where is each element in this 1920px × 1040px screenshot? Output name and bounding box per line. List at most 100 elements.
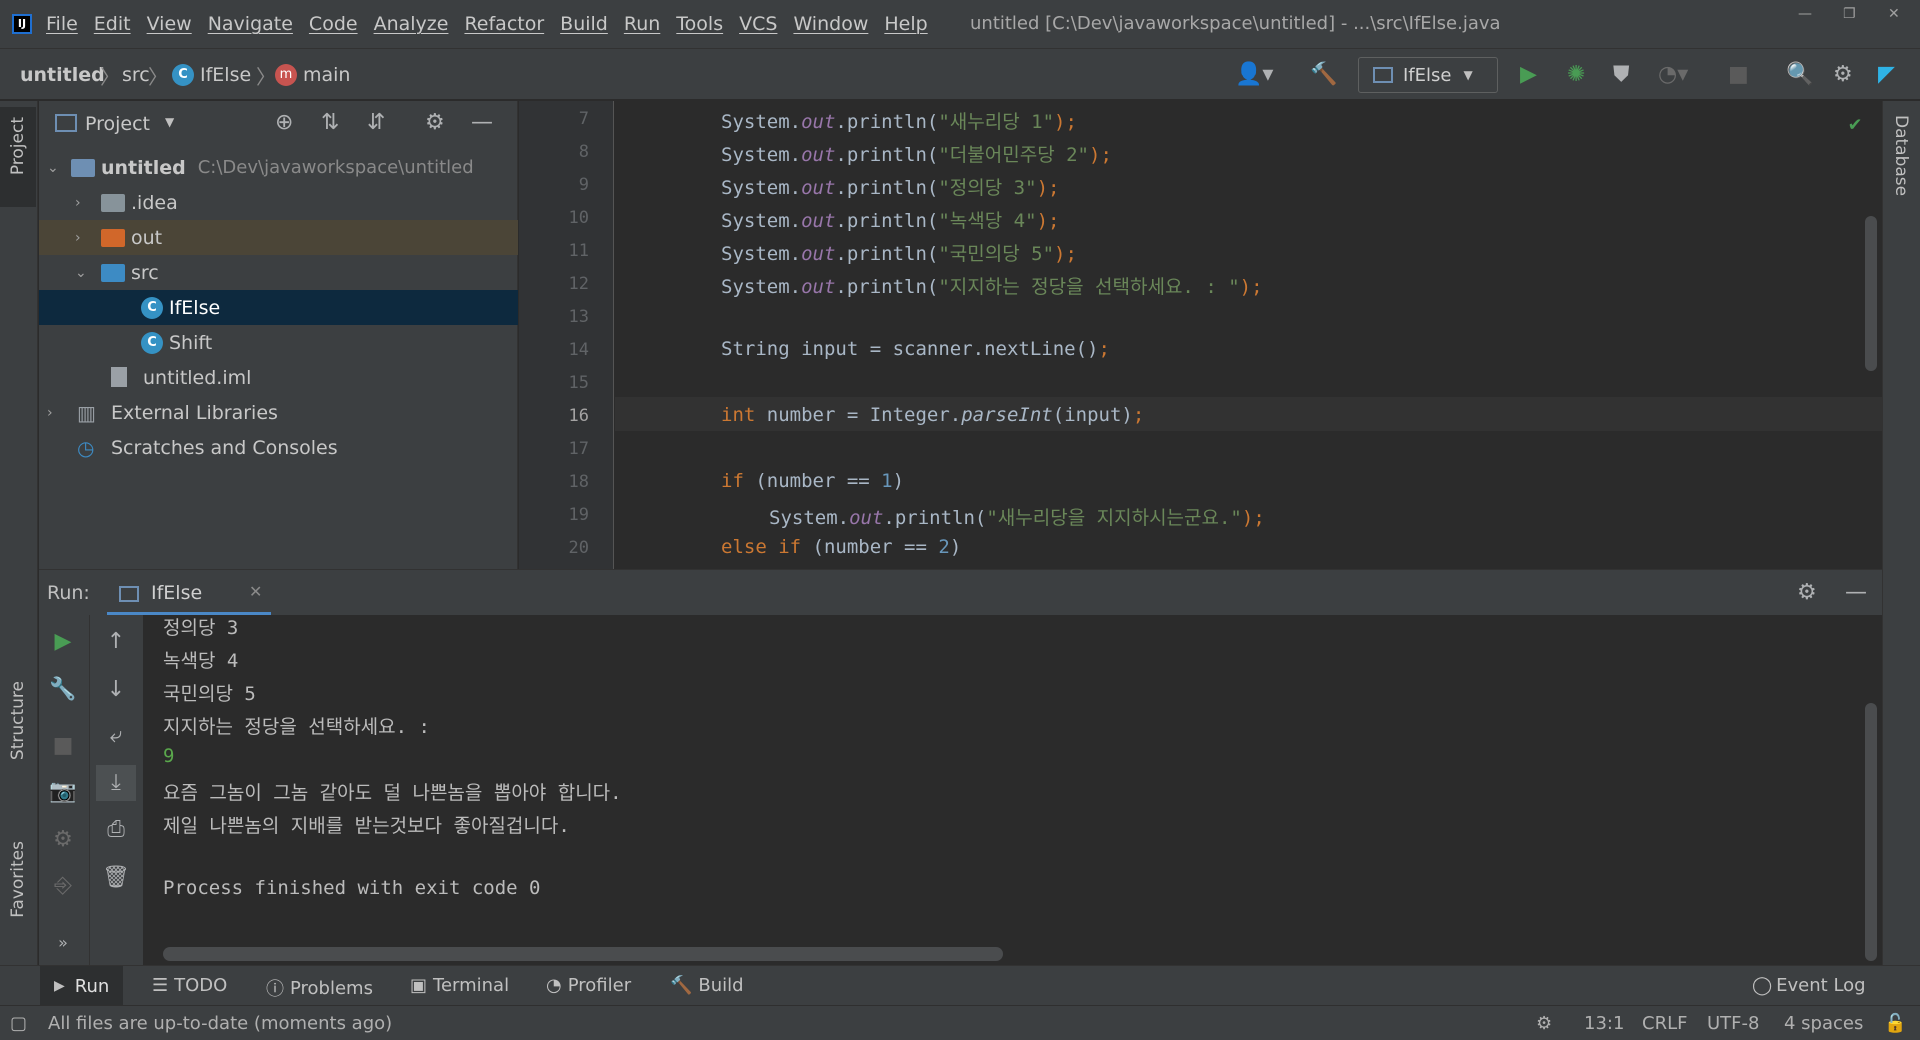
camera-icon[interactable]: 📷 xyxy=(43,779,83,804)
hide-icon[interactable]: — xyxy=(1845,580,1867,605)
user-icon[interactable]: 👤▾ xyxy=(1235,62,1273,87)
tool-tab-run[interactable]: ▶ Run xyxy=(40,966,124,1006)
menu-vcs[interactable]: VCS xyxy=(739,13,777,35)
gear-icon[interactable]: ⚙ xyxy=(1833,62,1853,87)
tool-tab-build[interactable]: 🔨 Build xyxy=(670,975,744,996)
debug-icon[interactable]: ✺ xyxy=(1567,62,1585,87)
print-icon[interactable]: ⎙ xyxy=(96,817,136,842)
menu-edit[interactable]: Edit xyxy=(94,13,131,35)
breadcrumb-method[interactable]: m main xyxy=(275,64,350,86)
locate-icon[interactable]: ⊕ xyxy=(275,110,293,135)
code-line: System.out.println("더불어민주당 2"); xyxy=(721,144,1112,166)
menu-view[interactable]: View xyxy=(147,13,192,35)
favorites-tool-tab-label: Favorites xyxy=(8,841,28,918)
status-message[interactable]: All files are up-to-date (moments ago) xyxy=(48,1013,392,1034)
run-icon[interactable]: ▶ xyxy=(1520,62,1537,87)
breadcrumb-project[interactable]: untitled xyxy=(20,64,105,86)
line-separator[interactable]: CRLF xyxy=(1642,1013,1687,1034)
menu-run[interactable]: Run xyxy=(624,13,660,35)
menu-window[interactable]: Window xyxy=(793,13,868,35)
run-panel-label: Run: xyxy=(47,582,90,604)
restore-layout-icon[interactable]: ⚙ xyxy=(43,827,83,852)
database-tool-tab[interactable]: Database xyxy=(1883,115,1919,235)
tree-item-ifelse[interactable]: C IfElse xyxy=(39,290,518,325)
code-editor[interactable]: 7 8 9 10 11 12 13 14 15 16 17 18 19 20 S… xyxy=(519,101,1882,569)
tool-tab-profiler[interactable]: ◔ Profiler xyxy=(546,975,631,996)
run-tab-ifelse[interactable]: IfElse ✕ xyxy=(107,570,279,616)
close-icon[interactable]: ✕ xyxy=(249,582,262,601)
menu-navigate[interactable]: Navigate xyxy=(208,13,293,35)
tree-item-src[interactable]: ⌄ src xyxy=(39,255,518,290)
tool-tab-terminal[interactable]: ▣ Terminal xyxy=(410,975,509,996)
tree-item-shift[interactable]: C Shift xyxy=(39,325,518,360)
tool-tab-todo[interactable]: ☰ TODO xyxy=(152,975,227,996)
chevron-down-icon[interactable]: ⌄ xyxy=(75,265,87,281)
structure-tool-tab[interactable]: Structure xyxy=(0,681,36,811)
run-configuration-select[interactable]: IfElse ▼ xyxy=(1358,57,1498,93)
caret-position[interactable]: 13:1 xyxy=(1584,1013,1624,1034)
menu-analyze[interactable]: Analyze xyxy=(374,13,449,35)
hide-icon[interactable]: — xyxy=(471,110,493,135)
tree-item-scratches[interactable]: ◷ Scratches and Consoles xyxy=(39,430,518,465)
arrow-up-icon[interactable]: ↑ xyxy=(96,629,136,654)
stop-icon[interactable]: ■ xyxy=(1728,62,1749,87)
chevron-right-icon[interactable]: › xyxy=(75,195,81,211)
chevron-down-icon[interactable]: ▼ xyxy=(165,115,174,129)
code-line: System.out.println("새누리당을 지지하시는군요."); xyxy=(769,507,1265,529)
indent-setting[interactable]: 4 spaces xyxy=(1784,1013,1863,1034)
favorites-tool-tab[interactable]: Favorites xyxy=(0,841,36,951)
close-icon[interactable]: ✕ xyxy=(1888,6,1900,22)
chevron-right-icon: 〉 xyxy=(148,65,168,89)
breadcrumb-folder[interactable]: src xyxy=(122,64,150,86)
gear-icon[interactable]: ⚙ xyxy=(425,110,445,135)
menu-build[interactable]: Build xyxy=(560,13,608,35)
menu-help[interactable]: Help xyxy=(884,13,927,35)
menu-refactor[interactable]: Refactor xyxy=(464,13,544,35)
minimize-icon[interactable]: — xyxy=(1798,6,1812,22)
vertical-scrollbar[interactable] xyxy=(1865,703,1877,961)
panel-toggle-icon[interactable]: ▢ xyxy=(10,1013,27,1034)
build-hammer-icon[interactable]: 🔨 xyxy=(1310,62,1337,87)
chevron-right-icon[interactable]: › xyxy=(47,405,53,421)
tree-item-out[interactable]: › out xyxy=(39,220,518,255)
tool-tab-event-log[interactable]: ◯ Event Log xyxy=(1752,975,1866,996)
wrench-icon[interactable]: 🔧 xyxy=(43,677,83,702)
expand-all-icon[interactable]: ⇅ xyxy=(321,110,339,135)
soft-wrap-icon[interactable]: ⤶ xyxy=(96,723,136,748)
trash-icon[interactable]: 🗑 xyxy=(96,865,136,890)
scroll-to-end-icon[interactable]: ⤓ xyxy=(96,765,136,801)
exit-icon[interactable]: ⎆ xyxy=(43,873,83,898)
editor-scrollbar[interactable] xyxy=(1865,216,1877,371)
search-icon[interactable]: 🔍 xyxy=(1786,62,1813,87)
coverage-icon[interactable]: ⛊ xyxy=(1613,62,1630,87)
more-icon[interactable]: » xyxy=(43,933,83,952)
stop-icon[interactable]: ■ xyxy=(43,733,83,758)
menu-code[interactable]: Code xyxy=(309,13,358,35)
sync-icon[interactable]: ⚙ xyxy=(1536,1013,1552,1034)
menu-file[interactable]: File xyxy=(46,13,78,35)
line-number: 11 xyxy=(568,241,589,261)
rerun-icon[interactable]: ▶ xyxy=(43,629,83,654)
tree-item-untitled-iml[interactable]: untitled.iml xyxy=(39,360,518,395)
horizontal-scrollbar[interactable] xyxy=(163,947,1003,961)
maximize-icon[interactable]: ❐ xyxy=(1843,6,1856,22)
arrow-down-icon[interactable]: ↓ xyxy=(96,677,136,702)
breadcrumb-class[interactable]: C IfElse xyxy=(172,64,251,86)
chevron-down-icon[interactable]: ⌄ xyxy=(47,160,59,176)
tree-item-idea[interactable]: › .idea xyxy=(39,185,518,220)
tool-tab-problems[interactable]: ⓘ Problems xyxy=(266,975,373,1001)
profile-icon[interactable]: ◔▾ xyxy=(1658,62,1688,87)
project-view-title[interactable]: Project xyxy=(85,113,150,135)
project-tool-tab[interactable]: Project xyxy=(0,107,36,207)
file-encoding[interactable]: UTF-8 xyxy=(1707,1013,1759,1034)
chevron-right-icon[interactable]: › xyxy=(75,230,81,246)
lock-icon[interactable]: 🔓 xyxy=(1884,1013,1906,1034)
tree-item-external-libraries[interactable]: › ▥ External Libraries xyxy=(39,395,518,430)
menu-tools[interactable]: Tools xyxy=(676,13,723,35)
collapse-all-icon[interactable]: ⇵ xyxy=(367,110,385,135)
code-line: System.out.println("녹색당 4"); xyxy=(721,210,1060,232)
toolbox-logo-icon[interactable]: ◤ xyxy=(1878,62,1895,87)
tree-item-untitled[interactable]: ⌄ untitled C:\Dev\javaworkspace\untitled xyxy=(39,150,518,185)
gear-icon[interactable]: ⚙ xyxy=(1797,580,1817,605)
run-toolbar-secondary: ↑ ↓ ⤶ ⤓ ⎙ 🗑 xyxy=(89,615,143,965)
